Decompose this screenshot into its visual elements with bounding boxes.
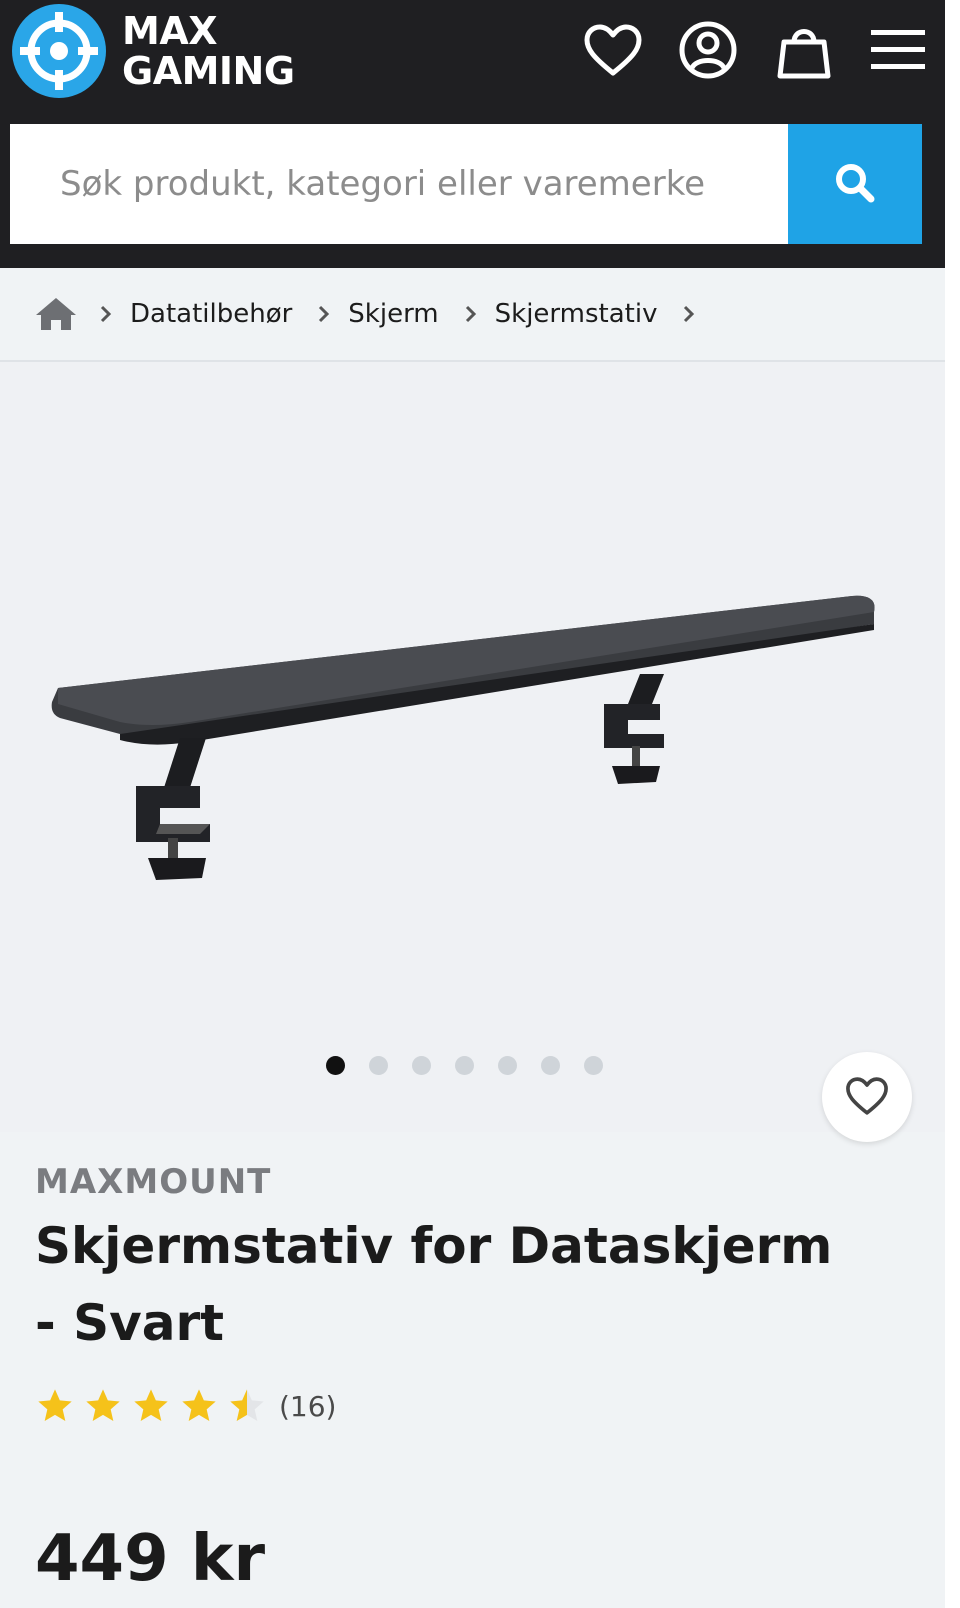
wishlist-heart-icon[interactable] <box>581 18 645 82</box>
account-user-icon[interactable] <box>676 18 740 82</box>
star-icon <box>182 1389 216 1421</box>
product-price: 449 kr <box>35 1522 265 1596</box>
gallery-dot-7[interactable] <box>584 1056 603 1075</box>
logo-line-2: GAMING <box>122 49 295 93</box>
product-rating[interactable]: (16) <box>35 1386 336 1426</box>
breadcrumb: Datatilbehør Skjerm Skjermstativ <box>0 268 945 362</box>
search-bar <box>10 124 922 244</box>
add-to-wishlist-button[interactable] <box>822 1052 912 1142</box>
breadcrumb-item-skjermstativ[interactable]: Skjermstativ <box>495 299 658 329</box>
site-header: MAX GAMING <box>0 0 945 268</box>
chevron-right-icon <box>457 305 485 323</box>
product-title: Skjermstativ for Dataskjerm - Svart <box>35 1217 833 1352</box>
brand-logo[interactable]: MAX GAMING <box>12 4 295 98</box>
logo-line-1: MAX <box>122 9 218 53</box>
gallery-dot-4[interactable] <box>455 1056 474 1075</box>
product-image <box>51 595 875 880</box>
gallery-dot-1[interactable] <box>326 1056 345 1075</box>
search-icon <box>833 161 877 208</box>
star-icon <box>134 1389 168 1421</box>
product-gallery[interactable] <box>0 362 945 1142</box>
search-button[interactable] <box>788 124 922 244</box>
chevron-right-icon <box>310 305 338 323</box>
crosshair-logo-icon <box>12 4 106 98</box>
breadcrumb-item-datatilbehor[interactable]: Datatilbehør <box>130 299 292 329</box>
star-rating <box>35 1386 267 1426</box>
gallery-dot-2[interactable] <box>369 1056 388 1075</box>
search-input[interactable] <box>10 124 788 244</box>
product-page: MAX GAMING Søk produkt, kategori eller v… <box>0 0 945 1608</box>
heart-icon <box>845 1076 889 1119</box>
chevron-right-icon <box>92 305 120 323</box>
gallery-dot-5[interactable] <box>498 1056 517 1075</box>
page-edge <box>945 0 960 1608</box>
gallery-pagination <box>326 1056 603 1075</box>
chevron-right-icon <box>675 305 703 323</box>
review-count: (16) <box>279 1389 337 1423</box>
breadcrumb-item-skjerm[interactable]: Skjerm <box>348 299 438 329</box>
home-icon[interactable] <box>34 296 78 332</box>
star-icon <box>86 1389 120 1421</box>
star-icon <box>38 1389 72 1421</box>
product-brand[interactable]: MAXMOUNT <box>35 1162 271 1202</box>
gallery-dot-3[interactable] <box>412 1056 431 1075</box>
gallery-dot-6[interactable] <box>541 1056 560 1075</box>
cart-bag-icon[interactable] <box>772 18 836 82</box>
hamburger-menu-icon[interactable] <box>866 18 930 82</box>
brand-wordmark: MAX GAMING <box>122 11 295 91</box>
half-star-icon <box>230 1389 264 1421</box>
